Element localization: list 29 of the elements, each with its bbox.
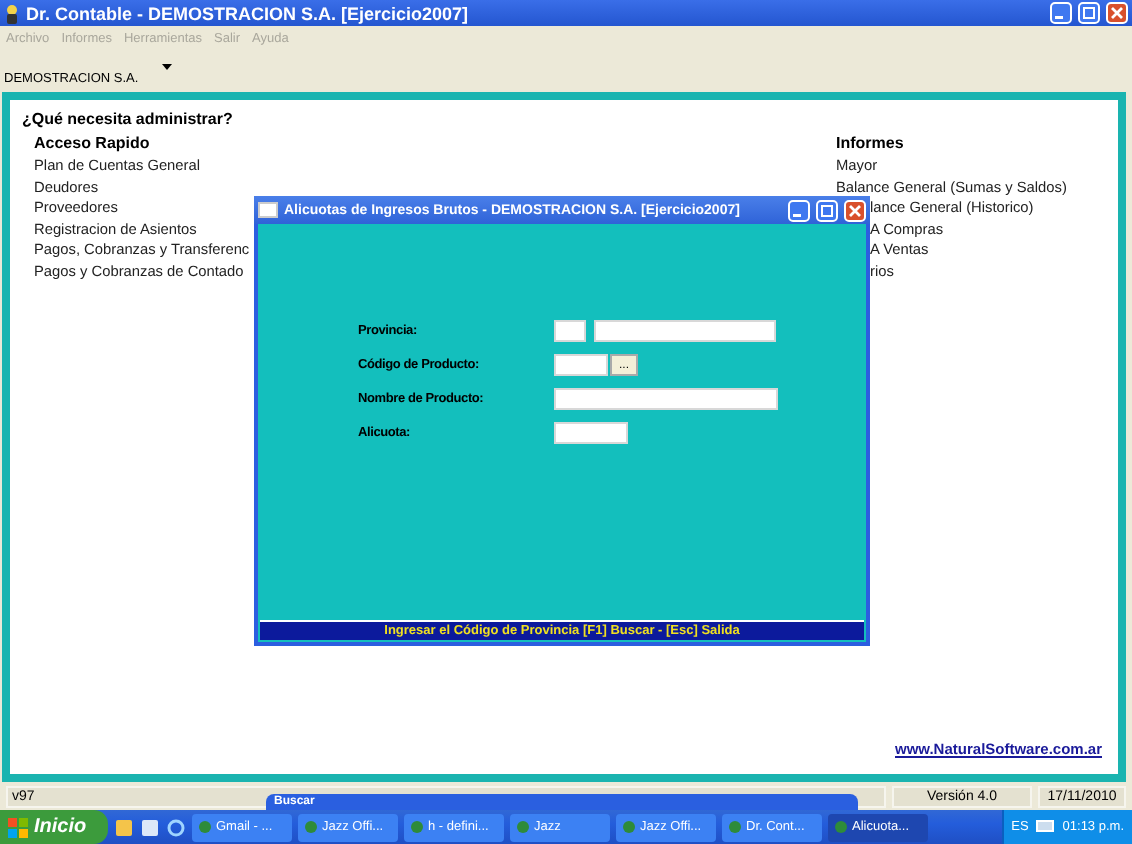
close-button[interactable] bbox=[1106, 2, 1128, 24]
code-input[interactable] bbox=[554, 354, 608, 376]
minimize-button[interactable] bbox=[788, 199, 810, 221]
restore-button[interactable] bbox=[1078, 2, 1100, 24]
caret-icon[interactable] bbox=[162, 64, 173, 70]
window-title: Dr. Contable - DEMOSTRACION S.A. [Ejercicio2007] bbox=[26, 3, 471, 23]
minimize-button[interactable] bbox=[1050, 2, 1072, 24]
app-icon bbox=[516, 820, 530, 834]
column-heading: Informes bbox=[836, 134, 906, 152]
rate-input[interactable] bbox=[554, 422, 628, 444]
app-icon bbox=[304, 820, 318, 834]
app-icon bbox=[4, 3, 20, 23]
code-input[interactable] bbox=[554, 320, 586, 342]
app-icon bbox=[622, 820, 636, 834]
app-icon bbox=[410, 820, 424, 834]
app-icon bbox=[728, 820, 742, 834]
maximize-button[interactable] bbox=[816, 199, 838, 221]
name-input[interactable] bbox=[594, 320, 776, 342]
flag-icon bbox=[8, 817, 28, 837]
app-icon bbox=[198, 820, 212, 834]
section-heading: ¿Qué necesita administrar? bbox=[22, 110, 235, 128]
close-button[interactable] bbox=[844, 199, 866, 221]
column-heading: Acceso Rapido bbox=[34, 134, 152, 152]
name-input[interactable] bbox=[554, 388, 778, 410]
network-icon[interactable] bbox=[1036, 819, 1055, 835]
window-icon bbox=[258, 202, 278, 218]
browser-icon[interactable] bbox=[166, 817, 186, 837]
start-button[interactable]: Inicio bbox=[0, 810, 108, 844]
app-icon bbox=[834, 820, 848, 834]
